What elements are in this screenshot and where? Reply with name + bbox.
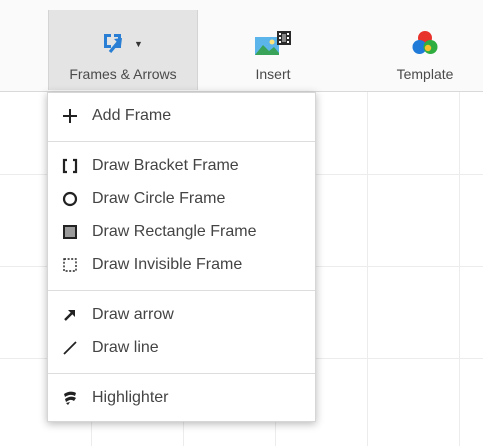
highlighter-icon: [61, 389, 79, 407]
frames-arrows-dropdown: Add Frame Draw Bracket Frame Draw Circle…: [47, 92, 316, 422]
menu-divider: [48, 290, 315, 291]
menu-item-label: Add Frame: [92, 107, 172, 124]
menu-item-label: Draw arrow: [92, 306, 174, 323]
menu-item-add-frame[interactable]: Add Frame: [48, 101, 315, 131]
dashed-rectangle-icon: [61, 256, 79, 274]
menu-item-label: Draw Circle Frame: [92, 190, 226, 207]
menu-item-draw-circle-frame[interactable]: Draw Circle Frame: [48, 184, 315, 214]
rectangle-icon: [61, 223, 79, 241]
line-icon: [61, 339, 79, 357]
insert-button[interactable]: Insert: [233, 10, 313, 90]
menu-item-draw-invisible-frame[interactable]: Draw Invisible Frame: [48, 250, 315, 280]
insert-image-icon: [253, 26, 293, 60]
menu-item-highlighter[interactable]: Highlighter: [48, 383, 315, 413]
menu-item-label: Draw Bracket Frame: [92, 157, 239, 174]
menu-item-label: Draw Invisible Frame: [92, 256, 243, 273]
bracket-icon: [61, 157, 79, 175]
chevron-down-icon: ▼: [134, 39, 143, 49]
template-button[interactable]: Template: [380, 10, 470, 90]
menu-item-label: Draw line: [92, 339, 159, 356]
menu-item-draw-arrow[interactable]: Draw arrow: [48, 300, 315, 330]
menu-item-draw-line[interactable]: Draw line: [48, 333, 315, 363]
app-window: ▼ Frames & Arrows Insert Template Add Fr…: [0, 0, 483, 446]
menu-divider: [48, 373, 315, 374]
insert-label: Insert: [255, 66, 291, 82]
toolbar: ▼ Frames & Arrows Insert Template: [0, 0, 483, 92]
plus-icon: [61, 107, 79, 125]
menu-item-label: Highlighter: [92, 389, 169, 406]
menu-item-label: Draw Rectangle Frame: [92, 223, 257, 240]
arrow-icon: [61, 306, 79, 324]
template-icon: [411, 26, 439, 60]
circle-icon: [61, 190, 79, 208]
template-label: Template: [396, 66, 454, 82]
menu-divider: [48, 141, 315, 142]
menu-item-draw-rectangle-frame[interactable]: Draw Rectangle Frame: [48, 217, 315, 247]
frames-arrows-icon: ▼: [103, 26, 143, 60]
menu-item-draw-bracket-frame[interactable]: Draw Bracket Frame: [48, 151, 315, 181]
frames-arrows-label: Frames & Arrows: [69, 66, 177, 82]
frames-arrows-button[interactable]: ▼ Frames & Arrows: [48, 10, 198, 90]
